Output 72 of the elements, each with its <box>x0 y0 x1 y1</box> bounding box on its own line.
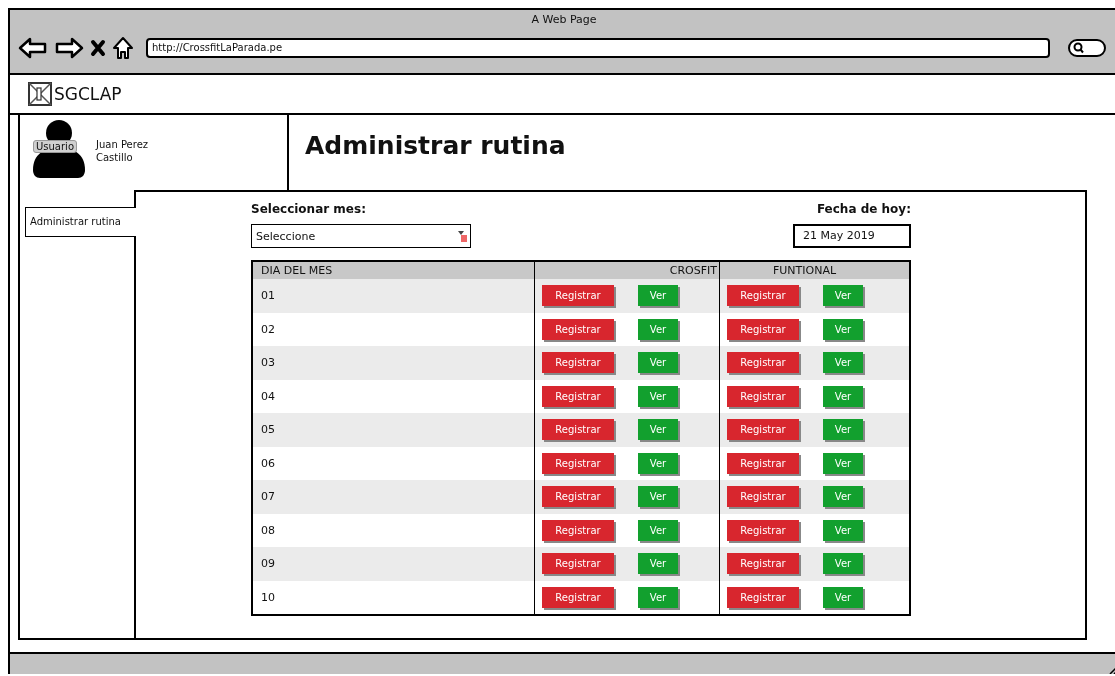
register-button[interactable]: Registrar <box>542 586 614 608</box>
date-field[interactable]: 21 May 2019 <box>793 224 911 248</box>
view-button[interactable]: Ver <box>823 586 863 608</box>
register-button[interactable]: Registrar <box>727 553 799 575</box>
view-button[interactable]: Ver <box>823 385 863 407</box>
column-header: CROSFIT <box>669 264 717 277</box>
home-icon[interactable] <box>112 36 134 60</box>
view-button[interactable]: Ver <box>638 553 678 575</box>
register-button[interactable]: Registrar <box>727 452 799 474</box>
month-label: Seleccionar mes: <box>251 202 367 216</box>
address-field[interactable]: http://CrossfitLaParada.pe <box>146 38 1050 58</box>
register-button[interactable]: Registrar <box>727 519 799 541</box>
view-button[interactable]: Ver <box>638 486 678 508</box>
logo-icon <box>28 82 52 106</box>
date-label: Fecha de hoy: <box>816 202 911 216</box>
view-button[interactable]: Ver <box>638 285 678 307</box>
register-button[interactable]: Registrar <box>542 419 614 441</box>
day-cell: 05 <box>261 423 275 437</box>
day-cell: 01 <box>261 289 275 303</box>
view-button[interactable]: Ver <box>638 419 678 441</box>
register-button[interactable]: Registrar <box>727 352 799 374</box>
dropdown-icon <box>458 230 467 242</box>
page-title: Administrar rutina <box>305 131 567 160</box>
day-cell: 08 <box>261 523 275 537</box>
register-button[interactable]: Registrar <box>542 385 614 407</box>
register-button[interactable]: Registrar <box>727 486 799 508</box>
register-button[interactable]: Registrar <box>542 553 614 575</box>
register-button[interactable]: Registrar <box>727 285 799 307</box>
search-icon <box>1073 42 1085 54</box>
close-icon[interactable] <box>90 39 106 57</box>
register-button[interactable]: Registrar <box>542 452 614 474</box>
day-cell: 03 <box>261 356 275 370</box>
avatar-label: Usuario <box>33 140 77 153</box>
view-button[interactable]: Ver <box>823 318 863 340</box>
day-cell: 07 <box>261 490 275 504</box>
month-select[interactable]: Seleccione <box>251 224 471 248</box>
view-button[interactable]: Ver <box>823 452 863 474</box>
view-button[interactable]: Ver <box>823 553 863 575</box>
register-button[interactable]: Registrar <box>727 318 799 340</box>
view-button[interactable]: Ver <box>823 352 863 374</box>
view-button[interactable]: Ver <box>823 285 863 307</box>
register-button[interactable]: Registrar <box>542 519 614 541</box>
view-button[interactable]: Ver <box>638 318 678 340</box>
register-button[interactable]: Registrar <box>727 586 799 608</box>
register-button[interactable]: Registrar <box>542 486 614 508</box>
search-field[interactable] <box>1068 39 1106 57</box>
app-name: SGCLAP <box>54 84 122 104</box>
register-button[interactable]: Registrar <box>542 352 614 374</box>
sidebar-tab[interactable]: Administrar rutina <box>25 207 136 237</box>
register-button[interactable]: Registrar <box>727 419 799 441</box>
view-button[interactable]: Ver <box>638 385 678 407</box>
view-button[interactable]: Ver <box>823 419 863 441</box>
back-icon[interactable] <box>18 37 48 59</box>
column-header: DIA DEL MES <box>261 264 333 277</box>
day-cell: 04 <box>261 389 275 403</box>
register-button[interactable]: Registrar <box>542 318 614 340</box>
day-cell: 10 <box>261 590 275 604</box>
register-button[interactable]: Registrar <box>542 285 614 307</box>
day-cell: 02 <box>261 322 275 336</box>
day-cell: 06 <box>261 456 275 470</box>
register-button[interactable]: Registrar <box>727 385 799 407</box>
view-button[interactable]: Ver <box>638 352 678 374</box>
user-name: Juan Perez Castillo <box>96 138 150 165</box>
forward-icon[interactable] <box>54 37 84 59</box>
window-title: A Web Page <box>530 12 598 28</box>
column-header: FUNTIONAL <box>772 264 837 277</box>
day-cell: 09 <box>261 557 275 571</box>
view-button[interactable]: Ver <box>823 519 863 541</box>
view-button[interactable]: Ver <box>638 519 678 541</box>
view-button[interactable]: Ver <box>823 486 863 508</box>
view-button[interactable]: Ver <box>638 586 678 608</box>
view-button[interactable]: Ver <box>638 452 678 474</box>
